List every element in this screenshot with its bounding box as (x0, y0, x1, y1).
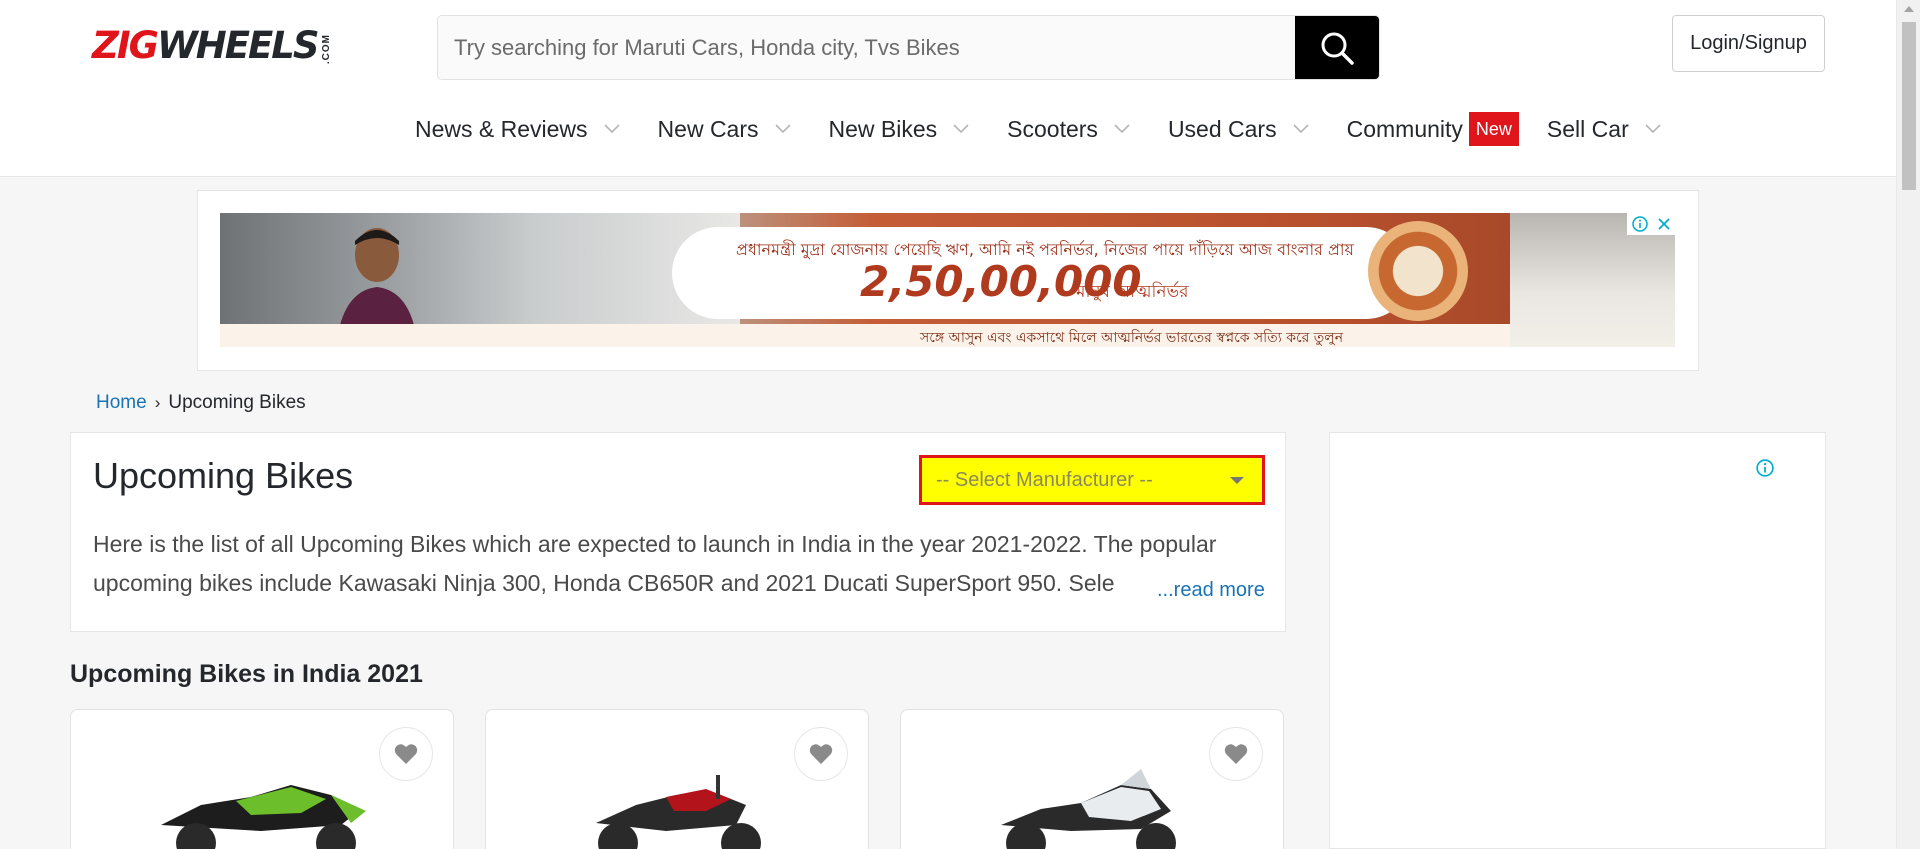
bike-card[interactable] (485, 709, 869, 849)
ad-big-tail: মানুষ আত্মনির্ভর (1076, 282, 1189, 302)
chevron-down-icon (774, 124, 791, 134)
bike-image-green-sportbike (161, 785, 366, 849)
page-scrollbar[interactable] (1896, 0, 1920, 849)
logo-com: .COM (320, 33, 332, 64)
ad-emblem (1368, 221, 1468, 321)
zigwheels-logo[interactable]: ZIGWHEELS .COM (92, 24, 332, 68)
page-title: Upcoming Bikes (93, 455, 354, 496)
side-ad-panel (1329, 432, 1826, 849)
ad-container: প্রধানমন্ত্রী মুদ্রা যোজনায় পেয়েছি ঋণ,… (197, 190, 1699, 371)
nav-scooters[interactable]: Scooters (1007, 116, 1130, 143)
search-button[interactable] (1295, 16, 1379, 79)
new-badge: New (1468, 112, 1519, 146)
main-nav: News & Reviews New Cars New Bikes Scoote… (415, 108, 1699, 150)
bike-image-white-sportbike (1001, 769, 1176, 849)
nav-label: Scooters (1007, 115, 1098, 142)
nav-news-reviews[interactable]: News & Reviews (415, 116, 620, 143)
ad-choices[interactable] (1627, 213, 1675, 235)
chevron-down-icon (603, 124, 620, 134)
dropdown-caret-icon (1230, 477, 1244, 484)
scrollbar-thumb[interactable] (1902, 22, 1916, 190)
search-icon (1321, 32, 1354, 65)
nav-label: Used Cars (1167, 115, 1277, 142)
search-input[interactable] (438, 16, 1295, 79)
heart-icon (809, 744, 833, 764)
breadcrumb-current: Upcoming Bikes (168, 392, 306, 413)
breadcrumb-home-link[interactable]: Home (96, 392, 147, 414)
section-title: Upcoming Bikes in India 2021 (70, 660, 423, 688)
nav-sell-car[interactable]: Sell Car (1547, 116, 1661, 143)
heart-icon (394, 744, 418, 764)
wishlist-button[interactable] (1209, 727, 1263, 781)
intro-card: Upcoming Bikes -- Select Manufacturer --… (70, 432, 1286, 632)
chevron-down-icon (1293, 124, 1309, 134)
logo-wheels: WHEELS (156, 24, 320, 67)
nav-label: Community (1346, 115, 1463, 142)
info-icon[interactable] (1631, 216, 1648, 232)
chevron-down-icon (1645, 124, 1661, 134)
bike-card[interactable] (70, 709, 454, 849)
chevron-down-icon (953, 124, 969, 134)
wishlist-button[interactable] (379, 727, 433, 781)
logo-wordmark: ZIGWHEELS (92, 24, 320, 68)
wishlist-button[interactable] (794, 727, 848, 781)
site-header: ZIGWHEELS .COM Login/Signup News & Revie… (0, 0, 1896, 177)
intro-text: Here is the list of all Upcoming Bikes w… (93, 531, 1217, 596)
nav-new-bikes[interactable]: New Bikes (829, 116, 970, 143)
nav-label: New Cars (657, 115, 759, 142)
heart-icon (1224, 744, 1248, 764)
info-icon[interactable] (1756, 459, 1774, 477)
breadcrumb-separator: › (154, 393, 161, 412)
scroll-up-arrow-icon[interactable] (1904, 6, 1914, 12)
ad-tagline: সঙ্গে আসুন এবং একসাথে মিলে আত্মনির্ভর ভা… (920, 330, 1344, 346)
manufacturer-select[interactable]: -- Select Manufacturer -- (919, 455, 1265, 505)
nav-used-cars[interactable]: Used Cars (1168, 116, 1309, 143)
nav-new-cars[interactable]: New Cars (658, 116, 791, 143)
breadcrumb: Home › Upcoming Bikes (96, 392, 306, 414)
bike-image-red-roadster (596, 775, 761, 849)
nav-label: New Bikes (828, 115, 938, 142)
chevron-down-icon (1114, 124, 1130, 134)
logo-zig: ZIG (92, 24, 159, 67)
nav-label: Sell Car (1546, 115, 1629, 142)
ad-banner[interactable]: প্রধানমন্ত্রী মুদ্রা যোজনায় পেয়েছি ঋণ,… (220, 213, 1675, 347)
read-more-link[interactable]: ...read more (1149, 579, 1265, 602)
manufacturer-select-value: -- Select Manufacturer -- (936, 468, 1153, 491)
nav-label: News & Reviews (415, 115, 588, 142)
close-icon[interactable] (1657, 217, 1671, 231)
bike-card[interactable] (900, 709, 1284, 849)
login-signup-button[interactable]: Login/Signup (1672, 15, 1825, 72)
nav-community[interactable]: Community New (1347, 112, 1519, 146)
search-bar (437, 15, 1380, 80)
